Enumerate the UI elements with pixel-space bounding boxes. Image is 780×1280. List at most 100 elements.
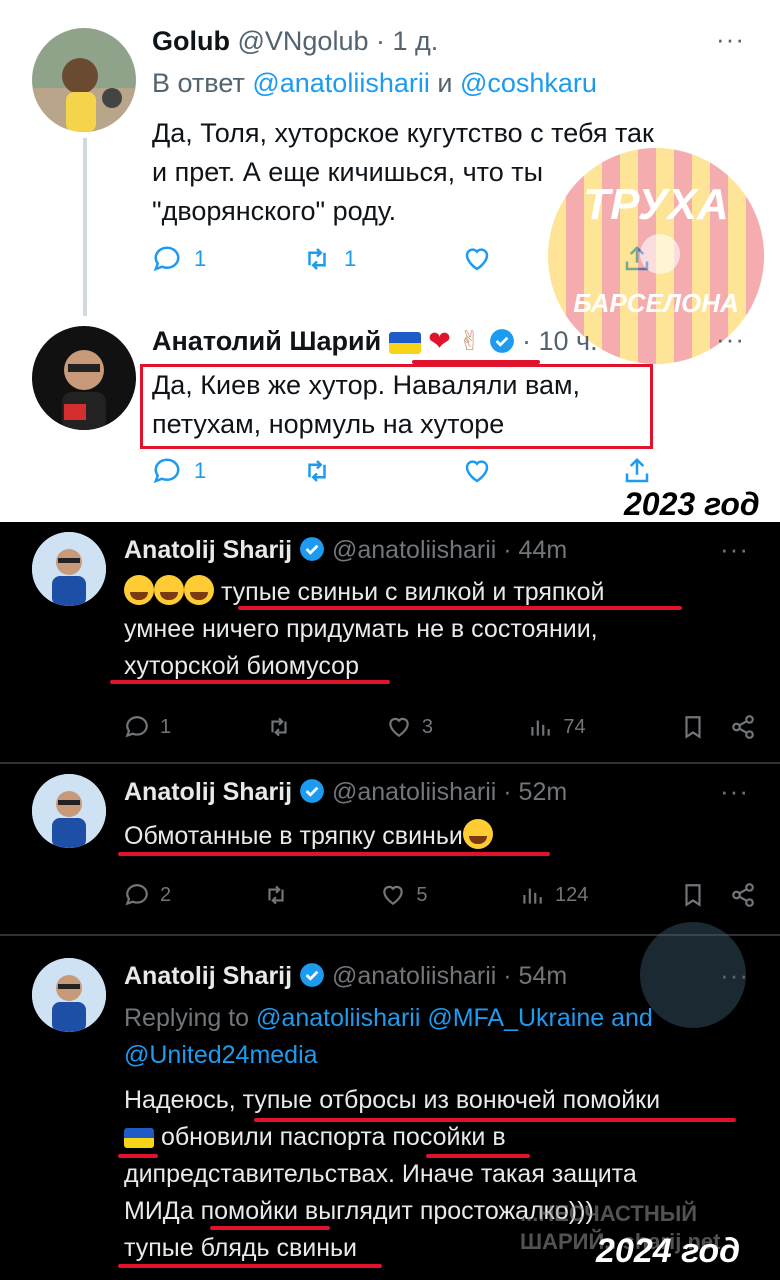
victory-hand-icon: ✌ [458,326,481,356]
ukraine-flag-icon [388,331,421,354]
thread-connector [83,138,87,316]
heart-emoji-icon: ❤ [428,326,451,356]
tweet-line: дипредставительствах. Иначе такая защита [124,1160,637,1188]
tweet-actions: 1 3 74 [124,714,756,740]
tweet-thread-2024: Anatolij Sharij @anatoliisharii · 44m ··… [0,522,780,1280]
avatar[interactable] [32,958,106,1032]
watermark-title: ТРУХА [583,180,729,229]
tweet-text: Обмотанные в тряпку свиньи [124,818,754,855]
share-button[interactable] [622,456,652,486]
heart-icon [389,717,409,737]
user-handle-time[interactable]: @anatoliisharii · 52m [332,778,567,806]
avatar[interactable] [32,28,136,132]
reply-count: 2 [160,883,172,906]
tweet-text: тупые свиньи с вилкой и тряпкой умнее ни… [124,574,754,685]
views-bar-chart-icon [531,720,551,736]
reply-button[interactable]: 1 [152,244,302,274]
views-button[interactable]: 74 [527,714,586,740]
verified-badge-icon [489,329,514,353]
watermark-logo [640,922,746,1028]
views-bar-chart-icon [523,888,542,904]
user-name[interactable]: Анатолий Шарий [152,326,381,356]
retweet-icon [308,248,326,270]
tweet-header: Anatolij Sharij @anatoliisharii · 44m [124,536,567,565]
bookmark-icon[interactable] [680,714,706,740]
heart-icon [383,885,404,905]
laughing-emoji-icon [124,575,154,605]
retweet-icon [308,460,326,482]
reply-button[interactable]: 2 [124,882,171,908]
more-options-icon[interactable]: ··· [720,776,749,807]
user-handle-time[interactable]: @anatoliisharii · 54m [332,962,567,990]
tweet-text: Да, Киев же хутор. Наваляли вам, петухам… [152,366,580,444]
reply-and: и [437,68,453,98]
tweet-line: обновили паспорта посойки в [124,1119,754,1156]
tweet-thread-2023: Golub @VNgolub · 1 д. ··· В ответ @anato… [0,0,780,522]
user-handle-time[interactable]: @VNgolub · 1 д. [238,26,439,56]
red-underline [118,1264,382,1268]
avatar[interactable] [32,532,106,606]
ukraine-flag-icon [124,1128,154,1149]
more-options-icon[interactable]: ··· [720,534,749,565]
year-label: 2023 год [624,486,760,522]
tweet-header: Anatolij Sharij @anatoliisharii · 54m [124,962,567,991]
like-button[interactable]: 5 [380,882,427,908]
reply-count: 1 [194,246,207,271]
avatar[interactable] [32,774,106,848]
like-count: 3 [421,715,433,738]
more-options-icon[interactable]: ··· [716,24,745,55]
reply-count: 1 [160,715,172,738]
tweet-header: Анатолий Шарий ❤ ✌ · 10 ч. [152,326,598,357]
share-icon[interactable] [730,714,756,740]
tweet-line-text: обновили паспорта посойки в [160,1123,506,1151]
like-button[interactable]: 3 [386,714,433,740]
views-button[interactable]: 124 [519,882,588,908]
reply-mention-link[interactable]: @United24media [124,1037,754,1074]
retweet-button[interactable] [263,882,289,908]
tweet-actions: 2 5 124 [124,882,756,908]
bookmark-share-group [680,882,756,908]
reply-mention-link[interactable]: @anatoliisharii @MFA_Ukraine and [256,1004,653,1032]
retweet-button[interactable]: 1 [302,244,462,274]
tweet-line-text: Обмотанные в тряпку свиньи [124,822,463,850]
tweet-line: Надеюсь, тупые отбросы из вонючей помойк… [124,1086,661,1114]
share-icon[interactable] [730,882,756,908]
user-name[interactable]: Anatolij Sharij [124,962,292,990]
avatar[interactable] [32,326,136,430]
views-count: 124 [555,883,589,906]
bookmark-icon[interactable] [680,882,706,908]
tweet-line-text: тупые свиньи с вилкой и тряпкой [220,578,605,606]
reply-count: 1 [194,458,207,483]
reply-icon [125,716,148,738]
reply-icon [153,246,180,272]
reply-mention-link[interactable]: @coshkaru [460,68,597,98]
user-name[interactable]: Anatolij Sharij [124,778,292,806]
more-options-icon[interactable]: ··· [716,324,745,355]
heart-icon [465,460,489,483]
retweet-button[interactable] [266,714,292,740]
laughing-emoji-icon [462,819,493,849]
verified-badge-icon [300,537,324,561]
laughing-emoji-icon [154,575,184,605]
user-name[interactable]: Golub [152,26,230,56]
like-button[interactable] [462,456,622,486]
telegram-icon [640,234,680,274]
reply-context: В ответ @anatoliisharii и @coshkaru [152,68,597,99]
user-handle-time[interactable]: @anatoliisharii · 44m [332,536,567,564]
retweet-icon [268,885,284,905]
red-underline [254,1118,736,1122]
year-label: 2024 год [596,1232,741,1270]
verified-badge-icon [300,779,324,803]
tweet-time[interactable]: · 10 ч. [522,326,598,356]
share-icon [625,457,649,483]
retweet-button[interactable] [302,456,462,486]
reply-icon [153,458,180,484]
bookmark-share-group [680,714,756,740]
tweet-header: Anatolij Sharij @anatoliisharii · 52m [124,778,567,807]
verified-badge-icon [300,963,324,987]
user-name[interactable]: Anatolij Sharij [124,536,292,564]
reply-mention-link[interactable]: @anatoliisharii [252,68,430,98]
reply-button[interactable]: 1 [152,456,302,486]
reply-icon [125,884,148,906]
reply-button[interactable]: 1 [124,714,171,740]
